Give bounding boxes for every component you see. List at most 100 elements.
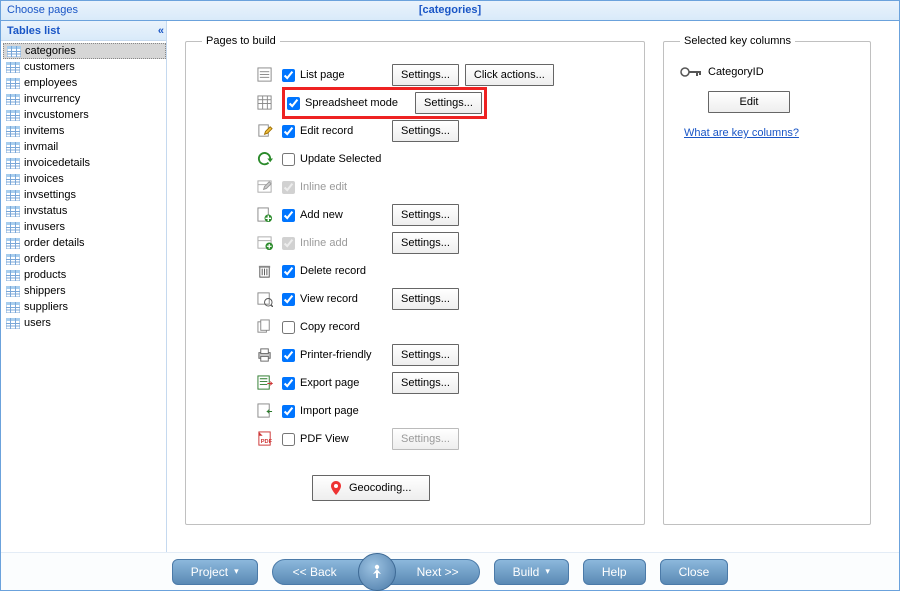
edit-key-button[interactable]: Edit xyxy=(708,91,790,113)
list-icon xyxy=(256,66,274,84)
table-icon xyxy=(6,270,20,281)
page-row-addnew: Add newSettings... xyxy=(256,201,628,229)
table-item-invitems[interactable]: invitems xyxy=(3,123,166,139)
table-item-employees[interactable]: employees xyxy=(3,75,166,91)
table-item-invsettings[interactable]: invsettings xyxy=(3,187,166,203)
table-item-invmail[interactable]: invmail xyxy=(3,139,166,155)
key-legend: Selected key columns xyxy=(680,35,795,47)
table-item-shippers[interactable]: shippers xyxy=(3,283,166,299)
page-row-import: Import page xyxy=(256,397,628,425)
next-button[interactable]: Next >> xyxy=(390,559,480,585)
table-item-products[interactable]: products xyxy=(3,267,166,283)
checkbox-addnew[interactable] xyxy=(282,209,295,222)
tables-list: categories customers employees invcurrency i… xyxy=(1,41,166,331)
table-item-users[interactable]: users xyxy=(3,315,166,331)
page-row-list: List pageSettings...Click actions... xyxy=(256,61,628,89)
label-copyrec: Copy record xyxy=(300,321,360,333)
table-item-invoices[interactable]: invoices xyxy=(3,171,166,187)
geocoding-button[interactable]: Geocoding... xyxy=(312,475,430,501)
page-row-inlineadd: Inline add Settings... xyxy=(256,229,628,257)
table-label: products xyxy=(24,269,66,281)
checkbox-spreadsheet[interactable] xyxy=(287,97,300,110)
build-button[interactable]: Build▾ xyxy=(494,559,569,585)
table-icon xyxy=(6,174,20,185)
export-icon xyxy=(256,374,274,392)
spreadsheet-highlight: Spreadsheet mode Settings... xyxy=(282,87,487,119)
label-spreadsheet: Spreadsheet mode xyxy=(305,97,398,109)
label-import: Import page xyxy=(300,405,359,417)
label-viewrec: View record xyxy=(300,293,358,305)
table-label: invcurrency xyxy=(24,93,80,105)
checkbox-copyrec[interactable] xyxy=(282,321,295,334)
addnew-icon xyxy=(256,206,274,224)
table-icon xyxy=(6,318,20,329)
updsel-icon xyxy=(256,150,274,168)
checkbox-delrec[interactable] xyxy=(282,265,295,278)
settings-list-button[interactable]: Settings... xyxy=(392,64,459,86)
table-icon xyxy=(6,158,20,169)
table-icon xyxy=(6,126,20,137)
settings-editrec-button[interactable]: Settings... xyxy=(392,120,459,142)
run-icon[interactable] xyxy=(358,553,396,591)
table-item-invcurrency[interactable]: invcurrency xyxy=(3,91,166,107)
table-item-invstatus[interactable]: invstatus xyxy=(3,203,166,219)
checkbox-viewrec[interactable] xyxy=(282,293,295,306)
label-inlineadd: Inline add xyxy=(300,237,348,249)
page-row-editrec: Edit record Settings... xyxy=(256,117,628,145)
collapse-icon[interactable]: « xyxy=(158,25,162,37)
checkbox-editrec[interactable] xyxy=(282,125,295,138)
pages-legend: Pages to build xyxy=(202,35,280,47)
table-item-orders[interactable]: orders xyxy=(3,251,166,267)
table-icon xyxy=(6,286,20,297)
table-label: invusers xyxy=(24,221,65,233)
checkbox-export[interactable] xyxy=(282,377,295,390)
page-row-viewrec: View record Settings... xyxy=(256,285,628,313)
checkbox-inlineadd xyxy=(282,237,295,250)
checkbox-list[interactable] xyxy=(282,69,295,82)
tables-title: Tables list xyxy=(7,25,60,37)
table-label: order details xyxy=(24,237,85,249)
checkbox-updsel[interactable] xyxy=(282,153,295,166)
page-row-updsel: Update Selected xyxy=(256,145,628,173)
project-button[interactable]: Project▾ xyxy=(172,559,258,585)
label-inlineedit: Inline edit xyxy=(300,181,347,193)
table-item-invusers[interactable]: invusers xyxy=(3,219,166,235)
table-item-suppliers[interactable]: suppliers xyxy=(3,299,166,315)
table-label: orders xyxy=(24,253,55,265)
key-help-link[interactable]: What are key columns? xyxy=(684,127,799,139)
table-item-invoicedetails[interactable]: invoicedetails xyxy=(3,155,166,171)
settings-export-button[interactable]: Settings... xyxy=(392,372,459,394)
label-editrec: Edit record xyxy=(300,125,353,137)
inlineadd-icon xyxy=(256,234,274,252)
tables-sidebar: Tables list « categories customers employe… xyxy=(1,21,167,552)
table-label: users xyxy=(24,317,51,329)
table-item-order-details[interactable]: order details xyxy=(3,235,166,251)
page-row-delrec: Delete record xyxy=(256,257,628,285)
table-icon xyxy=(6,206,20,217)
settings-spreadsheet-button[interactable]: Settings... xyxy=(415,92,482,114)
settings-printer-button[interactable]: Settings... xyxy=(392,344,459,366)
table-icon xyxy=(6,62,20,73)
table-item-categories[interactable]: categories xyxy=(3,43,166,59)
label-export: Export page xyxy=(300,377,359,389)
settings-inlineadd-button[interactable]: Settings... xyxy=(392,232,459,254)
help-button[interactable]: Help xyxy=(583,559,646,585)
delrec-icon xyxy=(256,262,274,280)
table-label: customers xyxy=(24,61,75,73)
table-item-invcustomers[interactable]: invcustomers xyxy=(3,107,166,123)
checkbox-printer[interactable] xyxy=(282,349,295,362)
checkbox-import[interactable] xyxy=(282,405,295,418)
settings-viewrec-button[interactable]: Settings... xyxy=(392,288,459,310)
settings-addnew-button[interactable]: Settings... xyxy=(392,204,459,226)
click-actions-button[interactable]: Click actions... xyxy=(465,64,554,86)
key-column-name: CategoryID xyxy=(708,66,764,78)
page-row-export: Export page Settings... xyxy=(256,369,628,397)
table-item-customers[interactable]: customers xyxy=(3,59,166,75)
checkbox-pdf[interactable] xyxy=(282,433,295,446)
table-label: invoices xyxy=(24,173,64,185)
caret-down-icon: ▾ xyxy=(234,566,239,577)
table-icon xyxy=(7,46,21,57)
close-button[interactable]: Close xyxy=(660,559,729,585)
settings-pdf-button: Settings... xyxy=(392,428,459,450)
back-button[interactable]: << Back xyxy=(272,559,364,585)
